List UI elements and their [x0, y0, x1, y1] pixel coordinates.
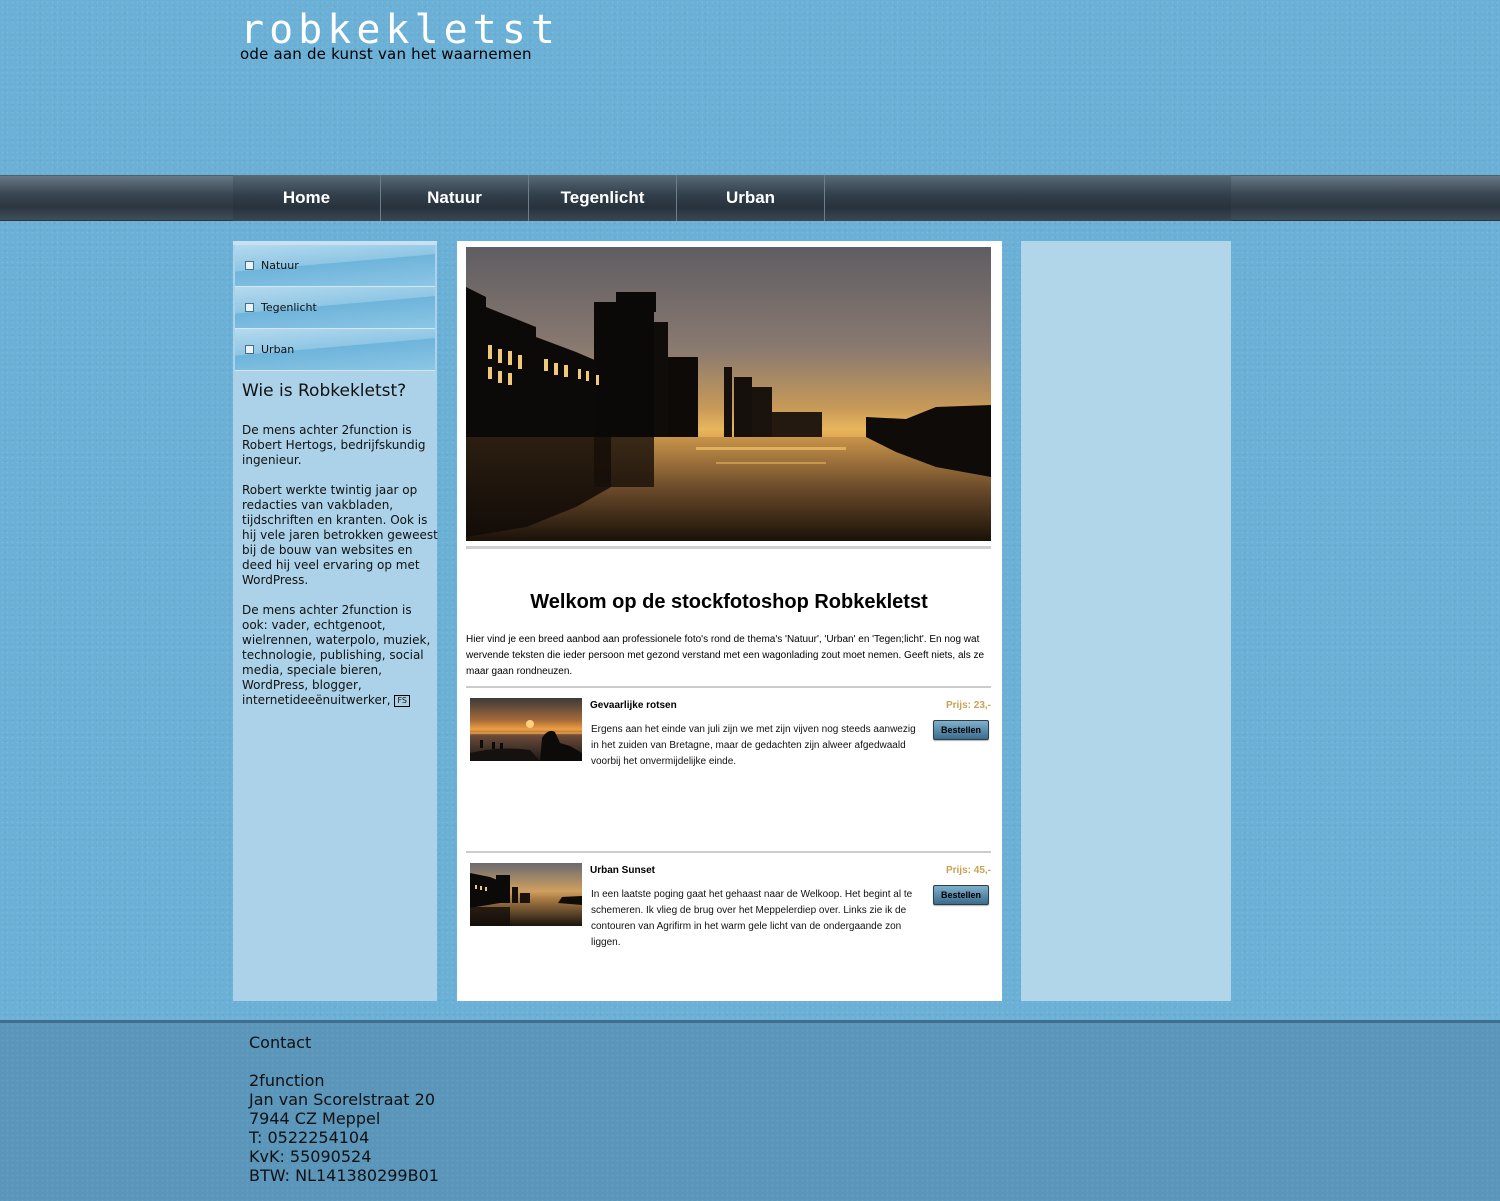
right-sidebar — [1021, 241, 1231, 1001]
about-paragraph-1: De mens achter 2function is Robert Herto… — [242, 423, 426, 467]
main-nav: Home Natuur Tegenlicht Urban — [233, 175, 1231, 221]
fs-icon: FS — [394, 694, 410, 707]
sidebar-item-urban[interactable]: Urban — [235, 329, 435, 371]
about-title: Wie is Robkekletst? — [242, 381, 407, 401]
about-paragraph-3: De mens achter 2function is ook: vader, … — [242, 603, 431, 707]
checkbox-icon — [245, 303, 254, 312]
product-title[interactable]: Urban Sunset — [590, 865, 655, 876]
product-title[interactable]: Gevaarlijke rotsen — [590, 700, 677, 711]
sidebar-item-natuur[interactable]: Natuur — [235, 245, 435, 287]
product-description: Ergens aan het einde van juli zijn we me… — [591, 724, 916, 767]
sidebar-item-label: Urban — [261, 343, 295, 356]
sidebar-item-tegenlicht[interactable]: Tegenlicht — [235, 287, 435, 329]
nav-item-natuur[interactable]: Natuur — [381, 175, 529, 221]
product-price: Prijs: 23,- — [945, 700, 991, 711]
left-sidebar: Natuur Tegenlicht Urban Wie is Robkeklet… — [233, 241, 438, 1001]
nav-item-tegenlicht[interactable]: Tegenlicht — [529, 175, 677, 221]
product-description: In een laatste poging gaat het gehaast n… — [591, 889, 913, 948]
nav-item-urban[interactable]: Urban — [677, 175, 825, 221]
sidebar-item-label: Natuur — [261, 259, 299, 272]
site-title: robkekletst — [240, 7, 560, 53]
site-tagline: ode aan de kunst van het waarnemen — [240, 45, 532, 63]
contact-block: Contact 2function Jan van Scorelstraat 2… — [249, 1033, 439, 1185]
main-content: Welkom op de stockfotoshop Robkekletst H… — [457, 241, 1002, 1001]
checkbox-icon — [245, 345, 254, 354]
about-section: Wie is Robkekletst? De mens achter 2func… — [233, 371, 438, 708]
contact-line: KvK: 55090524 — [249, 1147, 372, 1166]
nav-item-home[interactable]: Home — [233, 175, 381, 221]
site-logo[interactable]: robkekletst ode aan de kunst van het waa… — [240, 10, 560, 62]
divider — [466, 546, 991, 549]
hero-image — [466, 247, 991, 541]
product-price: Prijs: 45,- — [945, 865, 991, 876]
contact-line: Jan van Scorelstraat 20 — [249, 1090, 436, 1109]
intro-text: Hier vind je een breed aanbod aan profes… — [466, 634, 985, 677]
contact-title: Contact — [249, 1033, 312, 1052]
product-item: Gevaarlijke rotsen Prijs: 23,- Ergens aa… — [466, 688, 991, 845]
about-paragraph-2: Robert werkte twintig jaar op redacties … — [242, 483, 438, 587]
contact-line: BTW: NL141380299B01 — [249, 1166, 439, 1185]
contact-line: T: 0522254104 — [249, 1128, 370, 1147]
order-button[interactable]: Bestellen — [933, 885, 989, 905]
product-item: Urban Sunset Prijs: 45,- In een laatste … — [466, 853, 991, 1010]
contact-line: 2function — [249, 1071, 325, 1090]
checkbox-icon — [245, 261, 254, 270]
product-thumbnail[interactable] — [470, 698, 582, 761]
contact-line: 7944 CZ Meppel — [249, 1109, 381, 1128]
sidebar-item-label: Tegenlicht — [261, 301, 317, 314]
order-button[interactable]: Bestellen — [933, 720, 989, 740]
product-thumbnail[interactable] — [470, 863, 582, 926]
page-title: Welkom op de stockfotoshop Robkekletst — [530, 591, 928, 613]
footer: Contact 2function Jan van Scorelstraat 2… — [0, 1020, 1500, 1201]
